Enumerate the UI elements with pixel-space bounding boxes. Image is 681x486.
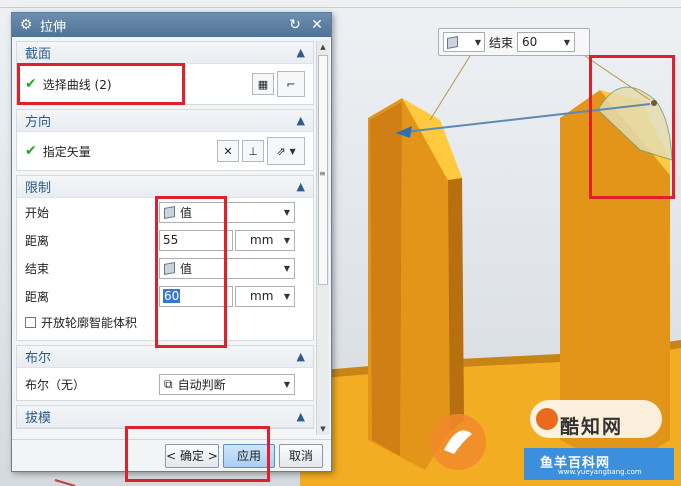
section-panel: 截面 ▲ ✔ 选择曲线 (2) ▦ ⌐ [16, 41, 314, 105]
open-profile-row[interactable]: 开放轮廓智能体积 [17, 310, 313, 334]
extrude-dialog: ⚙ 拉伸 ↻ ✕ 截面 ▲ ✔ 选择曲线 (2) ▦ ⌐ 方向 ▲ ✔ 指定矢量… [11, 12, 332, 472]
dialog-content: 截面 ▲ ✔ 选择曲线 (2) ▦ ⌐ 方向 ▲ ✔ 指定矢量 ✕ ⊥ ⇗ ▼ … [16, 41, 314, 435]
limits-header[interactable]: 限制 ▲ [17, 176, 313, 198]
limits-padding [17, 334, 313, 340]
checkmark-icon: ✔ [25, 143, 37, 159]
end-type-dropdown[interactable]: 值 ▼ [159, 257, 295, 279]
watermark-brand: 酷知网 [560, 416, 624, 438]
draft-panel: 拔模 ▲ [16, 405, 314, 429]
end-label: 结束 [25, 261, 50, 276]
dialog-title: 拉伸 [40, 19, 67, 35]
checkmark-icon: ✔ [25, 76, 37, 92]
boolean-title: 布尔 [25, 351, 52, 366]
chevron-down-icon: ▼ [283, 291, 290, 301]
cube-icon [164, 261, 175, 275]
chevron-down-icon: ▼ [283, 379, 290, 389]
end-distance-row: 距离 60 mm ▼ [17, 282, 313, 310]
reset-icon[interactable]: ↻ [287, 17, 303, 33]
leader-line-left [429, 55, 471, 121]
boolean-dropdown[interactable]: ⧉ 自动判断 ▼ [159, 373, 295, 395]
direction-title: 方向 [25, 115, 52, 130]
draft-header[interactable]: 拔模 ▲ [17, 406, 313, 428]
start-unit-dropdown[interactable]: mm ▼ [235, 229, 295, 251]
boolean-row: 布尔（无） ⧉ 自动判断 ▼ [17, 368, 313, 400]
apply-button[interactable]: 应用 [223, 443, 275, 468]
reverse-direction-button[interactable]: ✕ [217, 140, 239, 162]
auto-infer-icon: ⧉ [164, 376, 173, 391]
select-curve-label: 选择曲线 (2) [42, 77, 112, 92]
chevron-up-icon[interactable]: ▲ [297, 46, 305, 59]
start-label: 开始 [25, 205, 50, 220]
end-distance-label: 距离 [25, 289, 50, 304]
cube-icon [447, 35, 458, 49]
watermark: 酷知网 鱼羊百科网 www.yueyangbang.com [420, 392, 678, 484]
end-distance-value: 60 [163, 289, 181, 303]
start-distance-value: 55 [163, 233, 179, 247]
cancel-button[interactable]: 取消 [279, 443, 323, 468]
dialog-titlebar[interactable]: ⚙ 拉伸 ↻ ✕ [12, 13, 331, 37]
end-unit: mm [250, 289, 274, 303]
end-row: 结束 值 ▼ [17, 254, 313, 282]
chevron-down-icon: ▼ [474, 37, 481, 47]
boolean-label: 布尔（无） [25, 377, 86, 392]
chevron-up-icon[interactable]: ▲ [297, 350, 305, 363]
vector-type-dropdown[interactable]: ⇗ ▼ [267, 137, 305, 165]
specify-vector-label: 指定矢量 [42, 144, 91, 159]
direction-header[interactable]: 方向 ▲ [17, 110, 313, 132]
draft-title: 拔模 [25, 411, 52, 426]
gear-icon[interactable]: ⚙ [18, 17, 34, 33]
grip-icon: ≡ [319, 169, 326, 178]
curve-button[interactable]: ⌐ [277, 71, 305, 97]
start-row: 开始 值 ▼ [17, 198, 313, 226]
cube-icon [164, 205, 175, 219]
start-distance-input[interactable]: 55 [159, 229, 233, 251]
limits-title: 限制 [25, 181, 52, 196]
sketch-section-button[interactable]: ▦ [252, 73, 274, 95]
watermark-brand-dot [536, 408, 558, 430]
open-profile-label: 开放轮廓智能体积 [41, 315, 138, 330]
end-unit-dropdown[interactable]: mm ▼ [235, 285, 295, 307]
watermark-url: www.yueyangbang.com [558, 468, 642, 476]
start-type-dropdown[interactable]: 值 ▼ [159, 201, 295, 223]
left-post-side [370, 102, 402, 456]
axis-stub [54, 479, 76, 486]
direction-panel: 方向 ▲ ✔ 指定矢量 ✕ ⊥ ⇗ ▼ [16, 109, 314, 171]
scroll-up-arrow[interactable]: ▲ [317, 41, 329, 53]
vector-origin-point [651, 100, 657, 106]
chevron-down-icon: ▼ [563, 37, 571, 47]
chevron-down-icon: ▼ [283, 207, 290, 217]
float-end-value: 60 [522, 35, 538, 49]
float-limit-type-dropdown[interactable]: ▼ [443, 32, 485, 52]
chevron-up-icon[interactable]: ▲ [297, 180, 305, 193]
open-profile-checkbox[interactable] [25, 316, 36, 328]
select-curve-row[interactable]: ✔ 选择曲线 (2) ▦ ⌐ [17, 64, 313, 104]
boolean-panel: 布尔 ▲ 布尔（无） ⧉ 自动判断 ▼ [16, 345, 314, 401]
section-title: 截面 [25, 47, 52, 62]
start-type-value: 值 [180, 205, 193, 220]
float-end-label: 结束 [489, 35, 514, 50]
end-distance-input[interactable]: 60 [159, 285, 233, 307]
ok-button[interactable]: < 确定 > [165, 443, 219, 468]
section-header[interactable]: 截面 ▲ [17, 42, 313, 64]
chevron-down-icon: ▼ [283, 263, 290, 273]
boolean-header[interactable]: 布尔 ▲ [17, 346, 313, 368]
float-end-value-field[interactable]: 60 ▼ [517, 32, 576, 52]
start-unit: mm [250, 233, 274, 247]
boolean-value: 自动判断 [177, 377, 226, 392]
specify-vector-row[interactable]: ✔ 指定矢量 ✕ ⊥ ⇗ ▼ [17, 132, 313, 170]
dialog-footer: < 确定 > 应用 取消 [12, 439, 331, 471]
start-distance-label: 距离 [25, 233, 50, 248]
end-type-value: 值 [180, 261, 193, 276]
floating-end-distance-box: ▼ 结束 60 ▼ [438, 28, 590, 56]
chevron-down-icon: ▼ [283, 235, 290, 245]
dialog-scrollbar[interactable]: ▲ ≡ ▼ [316, 41, 329, 435]
chevron-up-icon[interactable]: ▲ [297, 114, 305, 127]
start-distance-row: 距离 55 mm ▼ [17, 226, 313, 254]
vector-dialog-button[interactable]: ⊥ [242, 140, 264, 162]
chevron-up-icon[interactable]: ▲ [297, 410, 305, 423]
scroll-down-arrow[interactable]: ▼ [317, 423, 329, 435]
limits-panel: 限制 ▲ 开始 值 ▼ 距离 55 mm ▼ 结束 值 ▼ 距离 60 mm ▼… [16, 175, 314, 341]
close-icon[interactable]: ✕ [309, 17, 325, 33]
